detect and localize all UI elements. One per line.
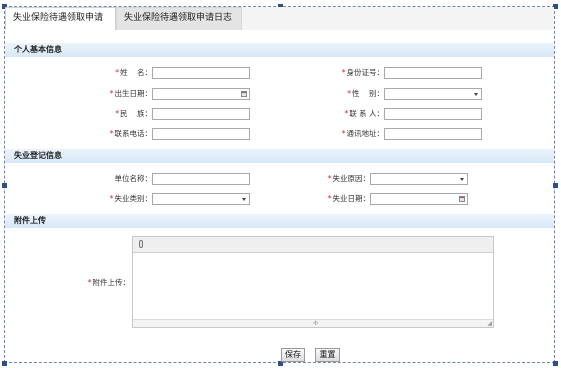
name-label-text: 姓 名： (119, 68, 152, 77)
calendar-icon[interactable] (459, 196, 465, 202)
required-mark: * (87, 278, 92, 287)
required-mark: * (327, 194, 332, 203)
required-mark: * (327, 174, 332, 183)
birth-label-text: 出生日期： (114, 89, 153, 98)
required-mark: * (341, 129, 346, 138)
contact-label-text: 联 系 人： (349, 109, 384, 118)
required-mark: * (115, 109, 119, 118)
birth-date-input[interactable] (152, 88, 250, 100)
ethnicity-label-text: 民 族： (119, 109, 152, 118)
tab-application[interactable]: 失业保险待遇领取申请 (5, 7, 116, 30)
resize-handle-middle-left[interactable] (2, 183, 7, 188)
save-button[interactable]: 保存 (281, 348, 305, 362)
chevron-down-icon (474, 93, 478, 96)
ethnicity-input[interactable] (152, 108, 250, 120)
employer-input[interactable] (152, 173, 250, 185)
name-input[interactable] (152, 67, 250, 79)
section-personal-title: 个人基本信息 (14, 45, 62, 54)
contact-label: *联 系 人： (330, 108, 384, 120)
resize-handle-bottom-left[interactable] (2, 361, 7, 366)
unemployment-date-input[interactable] (370, 193, 468, 205)
required-mark: * (344, 109, 349, 118)
gender-label: *性 别： (330, 88, 384, 100)
phone-label-text: 联系电话： (114, 129, 153, 138)
resize-handle-bottom-right[interactable] (553, 361, 558, 366)
section-personal-bar (5, 43, 554, 57)
contact-person-input[interactable] (384, 108, 482, 120)
move-icon[interactable]: ✣ (313, 320, 318, 327)
id-label-text: 身份证号： (346, 68, 385, 77)
id-number-input[interactable] (384, 67, 482, 79)
attachment-editor[interactable]: ✣ ◢ (132, 236, 494, 328)
section-unemployment-title: 失业登记信息 (14, 151, 62, 160)
calendar-icon[interactable] (241, 91, 247, 97)
name-label: *姓 名： (100, 67, 152, 79)
required-mark: * (347, 89, 351, 98)
required-mark: * (109, 194, 114, 203)
section-attachment-bar (5, 214, 554, 228)
upload-label-text: 附件上传： (92, 278, 131, 287)
type-label: *失业类别： (100, 193, 152, 205)
employer-label-text: 单位名称： (114, 174, 153, 183)
date-label: *失业日期： (316, 193, 370, 205)
reason-select[interactable] (370, 173, 468, 185)
editor-toolbar (133, 237, 493, 253)
chevron-down-icon (460, 178, 464, 181)
id-label: *身份证号： (330, 67, 384, 79)
gender-label-text: 性 别： (351, 89, 384, 98)
required-mark: * (341, 68, 346, 77)
reset-button[interactable]: 重置 (315, 348, 340, 362)
resize-corner-icon[interactable]: ◢ (487, 320, 492, 327)
resize-handle-middle-right[interactable] (553, 183, 558, 188)
type-select[interactable] (152, 193, 250, 205)
phone-input[interactable] (152, 128, 250, 140)
reason-label-text: 失业原因： (332, 174, 371, 183)
required-mark: * (109, 129, 114, 138)
editor-status-bar: ✣ ◢ (133, 319, 493, 327)
chevron-down-icon (242, 198, 246, 201)
phone-label: *联系电话： (100, 128, 152, 140)
employer-label: 单位名称： (100, 173, 153, 185)
address-label-text: 通讯地址： (346, 129, 385, 138)
required-mark: * (115, 68, 119, 77)
date-label-text: 失业日期： (332, 194, 371, 203)
gender-select[interactable] (384, 88, 482, 100)
section-unemployment-bar (5, 149, 554, 163)
address-input[interactable] (384, 128, 482, 140)
attach-icon[interactable] (139, 240, 143, 248)
tab-application-log[interactable]: 失业保险待遇领取申请日志 (116, 7, 242, 30)
section-attachment-title: 附件上传 (14, 216, 46, 225)
birth-label: *出生日期： (100, 88, 152, 100)
reason-label: *失业原因： (316, 173, 370, 185)
upload-label: *附件上传： (76, 277, 130, 289)
address-label: *通讯地址： (330, 128, 384, 140)
required-mark: * (109, 89, 114, 98)
type-label-text: 失业类别： (114, 194, 153, 203)
ethnicity-label: *民 族： (100, 108, 152, 120)
